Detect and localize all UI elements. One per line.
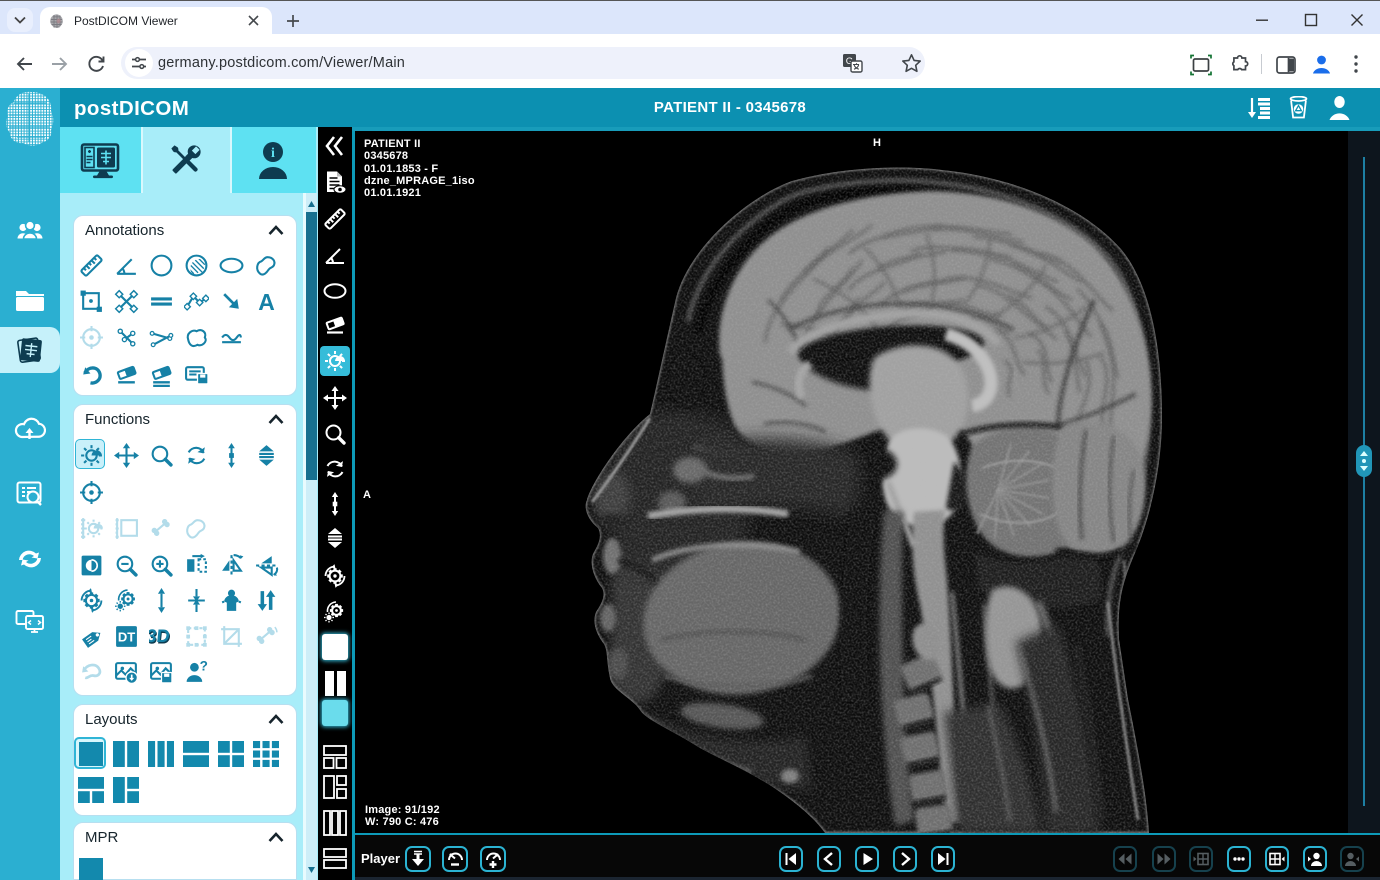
svg-text:A: A xyxy=(258,289,275,314)
svg-text:i: i xyxy=(271,146,275,161)
svg-text:?: ? xyxy=(200,660,208,673)
svg-text:DT: DT xyxy=(118,630,135,645)
svg-text:3D: 3D xyxy=(149,625,171,646)
